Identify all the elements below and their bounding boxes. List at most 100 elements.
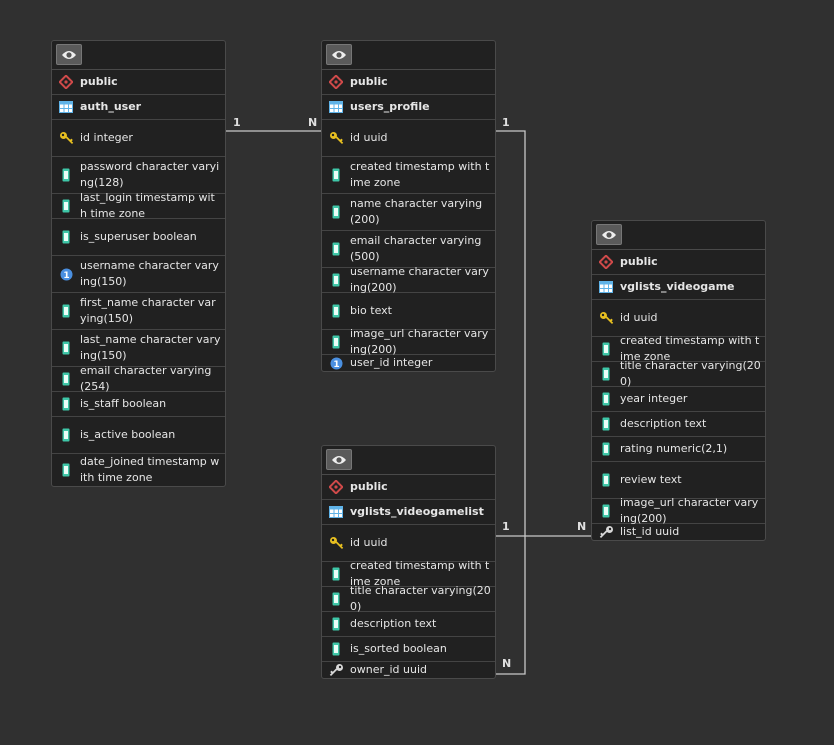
column-row[interactable]: id uuid bbox=[322, 120, 495, 157]
column-icon bbox=[52, 397, 80, 411]
column-icon bbox=[322, 304, 350, 318]
column-icon bbox=[52, 463, 80, 477]
column-row-label: title character varying(200) bbox=[350, 584, 491, 613]
table-name-row[interactable]: vglists_videogamelist bbox=[322, 500, 495, 525]
table-users-profile[interactable]: public users_profileid uuid created timest… bbox=[321, 40, 496, 372]
schema-icon bbox=[322, 75, 350, 89]
column-row[interactable]: id integer bbox=[52, 120, 225, 157]
cardinality-label: N bbox=[502, 657, 512, 670]
foreign-key-icon bbox=[322, 663, 350, 677]
column-row[interactable]: image_url character varying(200) bbox=[322, 327, 495, 356]
column-row-label: rating numeric(2,1) bbox=[620, 442, 728, 455]
cardinality-label: N bbox=[577, 520, 587, 533]
table-header bbox=[322, 41, 495, 70]
column-row[interactable]: email character varying(254) bbox=[52, 364, 225, 393]
column-row[interactable]: date_joined timestamp with time zone bbox=[52, 454, 225, 486]
column-row-label: year integer bbox=[620, 392, 688, 405]
table-name-row[interactable]: vglists_videogame bbox=[592, 275, 765, 300]
column-row-label: review text bbox=[620, 473, 682, 486]
column-row-label: title character varying(200) bbox=[620, 359, 761, 388]
column-row-label: is_sorted boolean bbox=[350, 642, 447, 655]
column-row[interactable]: description text bbox=[592, 412, 765, 437]
table-auth-user[interactable]: public auth_user id integer password charac… bbox=[51, 40, 226, 487]
column-icon bbox=[52, 428, 80, 442]
eye-icon[interactable] bbox=[326, 44, 352, 65]
column-icon bbox=[592, 417, 620, 431]
column-row-label: is_superuser boolean bbox=[80, 230, 197, 243]
column-row-label: email character varying(500) bbox=[350, 234, 482, 263]
column-row[interactable]: title character varying(200) bbox=[592, 359, 765, 388]
table-header bbox=[322, 446, 495, 475]
column-row[interactable]: rating numeric(2,1) bbox=[592, 437, 765, 462]
table-icon bbox=[322, 101, 350, 113]
column-row[interactable]: review text bbox=[592, 462, 765, 499]
table-name-row-label: vglists_videogamelist bbox=[350, 505, 484, 518]
schema-icon bbox=[592, 255, 620, 269]
column-icon bbox=[592, 473, 620, 487]
column-row[interactable]: password character varying(128) bbox=[52, 157, 225, 194]
column-row[interactable]: 1 username character varying(150) bbox=[52, 256, 225, 293]
table-icon bbox=[592, 281, 620, 293]
column-icon bbox=[52, 168, 80, 182]
column-row[interactable]: description text bbox=[322, 612, 495, 637]
cardinality-label: 1 bbox=[502, 520, 510, 533]
column-icon bbox=[322, 205, 350, 219]
column-icon bbox=[592, 367, 620, 381]
column-row[interactable]: bio text bbox=[322, 293, 495, 330]
primary-key-icon bbox=[52, 131, 80, 145]
column-row[interactable]: created timestamp with time zone bbox=[322, 157, 495, 194]
column-row[interactable]: id uuid bbox=[322, 525, 495, 562]
column-row-label: last_name character varying(150) bbox=[80, 333, 221, 362]
column-row-label: last_login timestamp with time zone bbox=[80, 191, 215, 220]
column-row[interactable]: last_name character varying(150) bbox=[52, 330, 225, 367]
column-row[interactable]: is_superuser boolean bbox=[52, 219, 225, 256]
column-row[interactable]: title character varying(200) bbox=[322, 584, 495, 613]
primary-key-icon bbox=[592, 311, 620, 325]
column-icon bbox=[322, 617, 350, 631]
column-row-label: first_name character varying(150) bbox=[80, 296, 216, 325]
column-icon bbox=[592, 392, 620, 406]
eye-icon[interactable] bbox=[596, 224, 622, 245]
column-row[interactable]: is_active boolean bbox=[52, 417, 225, 454]
column-icon bbox=[52, 304, 80, 318]
table-header bbox=[52, 41, 225, 70]
table-vglists-videogame[interactable]: public vglists_videogame id uuid created ti… bbox=[591, 220, 766, 541]
table-name-row-label: users_profile bbox=[350, 100, 430, 113]
column-row[interactable]: owner_id uuid bbox=[322, 662, 495, 678]
table-name-row[interactable]: users_profile bbox=[322, 95, 495, 120]
column-icon bbox=[52, 341, 80, 355]
eye-icon[interactable] bbox=[56, 44, 82, 65]
schema-row-label: public bbox=[620, 255, 658, 268]
column-row[interactable]: first_name character varying(150) bbox=[52, 293, 225, 330]
table-vglists-videogamelist[interactable]: public vglists_videogamelist id uuid create… bbox=[321, 445, 496, 679]
schema-row[interactable]: public bbox=[52, 70, 225, 95]
column-row-label: description text bbox=[620, 417, 707, 430]
column-icon bbox=[322, 168, 350, 182]
column-row[interactable]: image_url character varying(200) bbox=[592, 496, 765, 525]
relation-line-profile-videogamelist bbox=[496, 130, 526, 675]
column-row-label: name character varying(200) bbox=[350, 197, 483, 226]
column-row[interactable]: email character varying(500) bbox=[322, 231, 495, 268]
column-row[interactable]: username character varying(200) bbox=[322, 265, 495, 294]
column-row-label: email character varying(254) bbox=[80, 364, 212, 393]
column-row[interactable]: id uuid bbox=[592, 300, 765, 337]
schema-row-label: public bbox=[350, 75, 388, 88]
column-row-label: id uuid bbox=[350, 131, 388, 144]
column-icon bbox=[322, 642, 350, 656]
svg-text:1: 1 bbox=[63, 270, 69, 280]
schema-row[interactable]: public bbox=[322, 70, 495, 95]
column-row[interactable]: is_staff boolean bbox=[52, 392, 225, 417]
column-row-label: password character varying(128) bbox=[80, 160, 220, 189]
column-row[interactable]: last_login timestamp with time zone bbox=[52, 191, 225, 220]
schema-row[interactable]: public bbox=[592, 250, 765, 275]
schema-row[interactable]: public bbox=[322, 475, 495, 500]
table-name-row[interactable]: auth_user bbox=[52, 95, 225, 120]
column-row-label: user_id integer bbox=[350, 356, 433, 369]
primary-key-icon bbox=[322, 131, 350, 145]
column-row[interactable]: is_sorted boolean bbox=[322, 637, 495, 662]
column-icon bbox=[52, 230, 80, 244]
eye-icon[interactable] bbox=[326, 449, 352, 470]
column-row[interactable]: year integer bbox=[592, 387, 765, 412]
column-row[interactable]: name character varying(200) bbox=[322, 194, 495, 231]
column-icon bbox=[322, 335, 350, 349]
